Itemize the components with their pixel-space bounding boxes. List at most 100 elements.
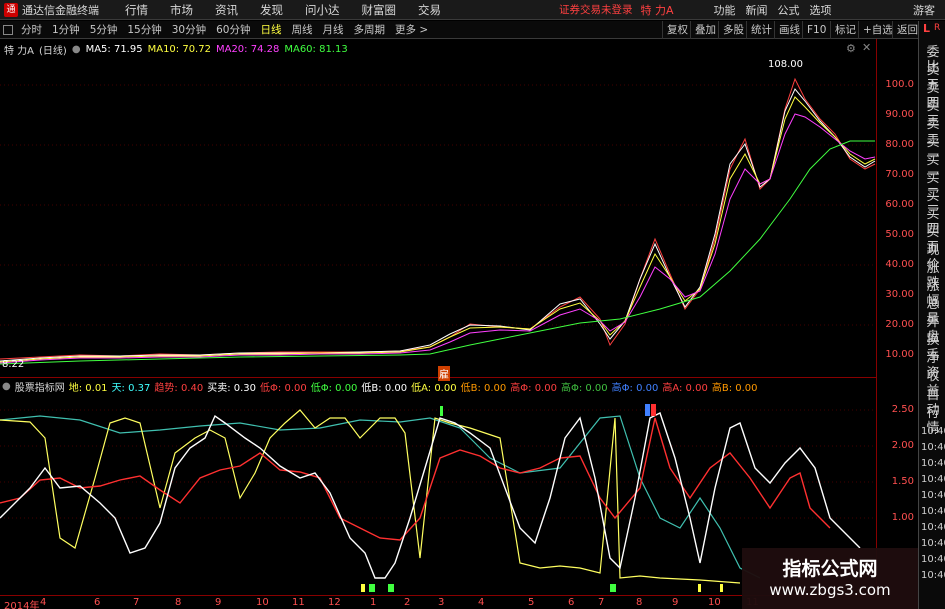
- price-tick: 80.00: [885, 139, 914, 150]
- date-tick: 2: [404, 597, 411, 608]
- ind-legend-item: 低B: 0.00: [460, 383, 507, 394]
- indicator-name[interactable]: 股票指标网: [15, 379, 65, 394]
- ind-legend-item: 低Φ: 0.00: [260, 383, 307, 394]
- price-tick: 50.00: [885, 229, 914, 240]
- top-menu-bar: 通 通达信金融终端 行情 市场 资讯 发现 问小达 财富圈 交易 证券交易未登录…: [0, 0, 945, 20]
- multi-stock-button[interactable]: 多股: [718, 21, 748, 39]
- price-tick: 20.00: [885, 319, 914, 330]
- date-tick: 1: [370, 597, 377, 608]
- add-watchlist-button[interactable]: +自选: [858, 21, 897, 39]
- menu-discover[interactable]: 发现: [260, 2, 283, 18]
- trade-login-status[interactable]: 证券交易未登录: [559, 2, 633, 17]
- period-60min[interactable]: 60分钟: [211, 22, 255, 37]
- date-tick: 9: [215, 597, 222, 608]
- side-r-label: R: [934, 23, 941, 33]
- ind-tick: 2.50: [891, 404, 914, 415]
- period-1min[interactable]: 1分钟: [47, 22, 85, 37]
- tick-time: 10:40: [921, 490, 945, 501]
- chart-close-icon[interactable]: ✕: [862, 41, 871, 54]
- menu-quotes[interactable]: 行情: [125, 2, 148, 18]
- date-tick: 6: [94, 597, 101, 608]
- period-daily[interactable]: 日线: [256, 22, 287, 37]
- period-intraday[interactable]: 分时: [16, 22, 47, 37]
- tick-time: 10:40: [921, 442, 945, 453]
- ma5-label: MA5: 71.95: [85, 43, 143, 55]
- price-chart-panel[interactable]: 108.00 8.22 雇: [0, 39, 876, 381]
- menu-options[interactable]: 选项: [810, 2, 832, 18]
- period-monthly[interactable]: 月线: [318, 22, 349, 37]
- menu-formula[interactable]: 公式: [778, 2, 800, 18]
- period-more[interactable]: 更多 >: [390, 22, 433, 37]
- date-tick: 3: [438, 597, 445, 608]
- date-tick: 7: [598, 597, 605, 608]
- price-tick: 40.00: [885, 259, 914, 270]
- price-axis: 100.0 90.00 80.00 70.00 60.00 50.00 40.0…: [876, 39, 918, 378]
- date-tick: 8: [636, 597, 643, 608]
- stock-name: 特 力A: [4, 45, 35, 57]
- menu-market[interactable]: 市场: [170, 2, 193, 18]
- ind-legend-item: 低B: 0.00: [361, 383, 408, 394]
- price-tick: 10.00: [885, 349, 914, 360]
- ind-legend-item: 趋势: 0.40: [154, 383, 204, 394]
- app-title: 通达信金融终端: [22, 3, 99, 17]
- period-15min[interactable]: 15分钟: [122, 22, 166, 37]
- indicator-legend: ● 股票指标网 地: 0.01 天: 0.37 趋势: 0.40 买卖: 0.3…: [2, 379, 762, 394]
- settings-dot-icon[interactable]: ●: [72, 44, 81, 55]
- low-price-label: 8.22: [2, 359, 25, 370]
- restore-rights-button[interactable]: 复权: [662, 21, 692, 39]
- tick-time: 10:40: [921, 554, 945, 565]
- top-stock-name: 特 力A: [640, 3, 674, 17]
- indicator-settings-icon[interactable]: ●: [2, 381, 11, 392]
- menu-trade[interactable]: 交易: [418, 2, 441, 18]
- period-multi[interactable]: 多周期: [349, 22, 391, 37]
- date-tick: 2014年: [4, 601, 40, 609]
- ind-legend-item: 高Φ: 0.00: [560, 383, 608, 394]
- period-tag: (日线): [39, 45, 67, 57]
- f10-button[interactable]: F10: [802, 21, 830, 39]
- guest-login[interactable]: 游客: [913, 2, 935, 18]
- date-tick: 10: [256, 597, 269, 608]
- watermark-url: www.zbgs3.com: [769, 581, 891, 599]
- side-lr-toggle[interactable]: L R: [921, 23, 945, 41]
- draw-line-button[interactable]: 画线: [774, 21, 804, 39]
- ind-legend-item: 地: 0.01: [68, 383, 108, 394]
- ma-legend: 特 力A (日线) ● MA5: 71.95 MA10: 70.72 MA20:…: [4, 42, 353, 57]
- mark-button[interactable]: 标记: [830, 21, 860, 39]
- ind-tick: 2.00: [891, 440, 914, 451]
- date-tick: 4: [478, 597, 485, 608]
- period-weekly[interactable]: 周线: [287, 22, 318, 37]
- menu-wealth[interactable]: 财富圈: [362, 2, 397, 18]
- tick-time: 10:40: [921, 506, 945, 517]
- period-5min[interactable]: 5分钟: [85, 22, 123, 37]
- tick-time: 10:40: [921, 570, 945, 581]
- menu-ask[interactable]: 问小达: [305, 2, 340, 18]
- ind-tick: 1.00: [891, 512, 914, 523]
- date-tick: 4: [40, 597, 47, 608]
- menu-news[interactable]: 资讯: [215, 2, 238, 18]
- app-logo-icon: 通: [4, 2, 18, 17]
- watermark-title: 指标公式网: [782, 558, 878, 580]
- ind-legend-item: 低Φ: 0.00: [310, 383, 358, 394]
- ind-tick: 1.50: [891, 476, 914, 487]
- menu-news-right[interactable]: 新闻: [746, 2, 768, 18]
- period-30min[interactable]: 30分钟: [167, 22, 211, 37]
- date-tick: 10: [708, 597, 721, 608]
- date-tick: 7: [133, 597, 140, 608]
- ind-legend-item: 高A: 0.00: [662, 383, 708, 394]
- overlay-button[interactable]: 叠加: [690, 21, 720, 39]
- side-l-label: L: [923, 22, 931, 35]
- statistics-button[interactable]: 统计: [746, 21, 776, 39]
- tick-time: 10:40: [921, 474, 945, 485]
- price-tick: 70.00: [885, 169, 914, 180]
- price-tick: 100.0: [885, 79, 914, 90]
- toggle-panel-icon[interactable]: [3, 24, 13, 35]
- date-tick: 8: [175, 597, 182, 608]
- date-tick: 5: [528, 597, 535, 608]
- ind-legend-item: 高Φ: 0.00: [611, 383, 659, 394]
- price-chart-canvas: [0, 77, 876, 365]
- ind-legend-item: 高B: 0.00: [711, 383, 758, 394]
- ma10-label: MA10: 70.72: [147, 43, 211, 55]
- price-tick: 90.00: [885, 109, 914, 120]
- menu-function[interactable]: 功能: [714, 2, 736, 18]
- chart-settings-icon[interactable]: ⚙: [846, 42, 856, 55]
